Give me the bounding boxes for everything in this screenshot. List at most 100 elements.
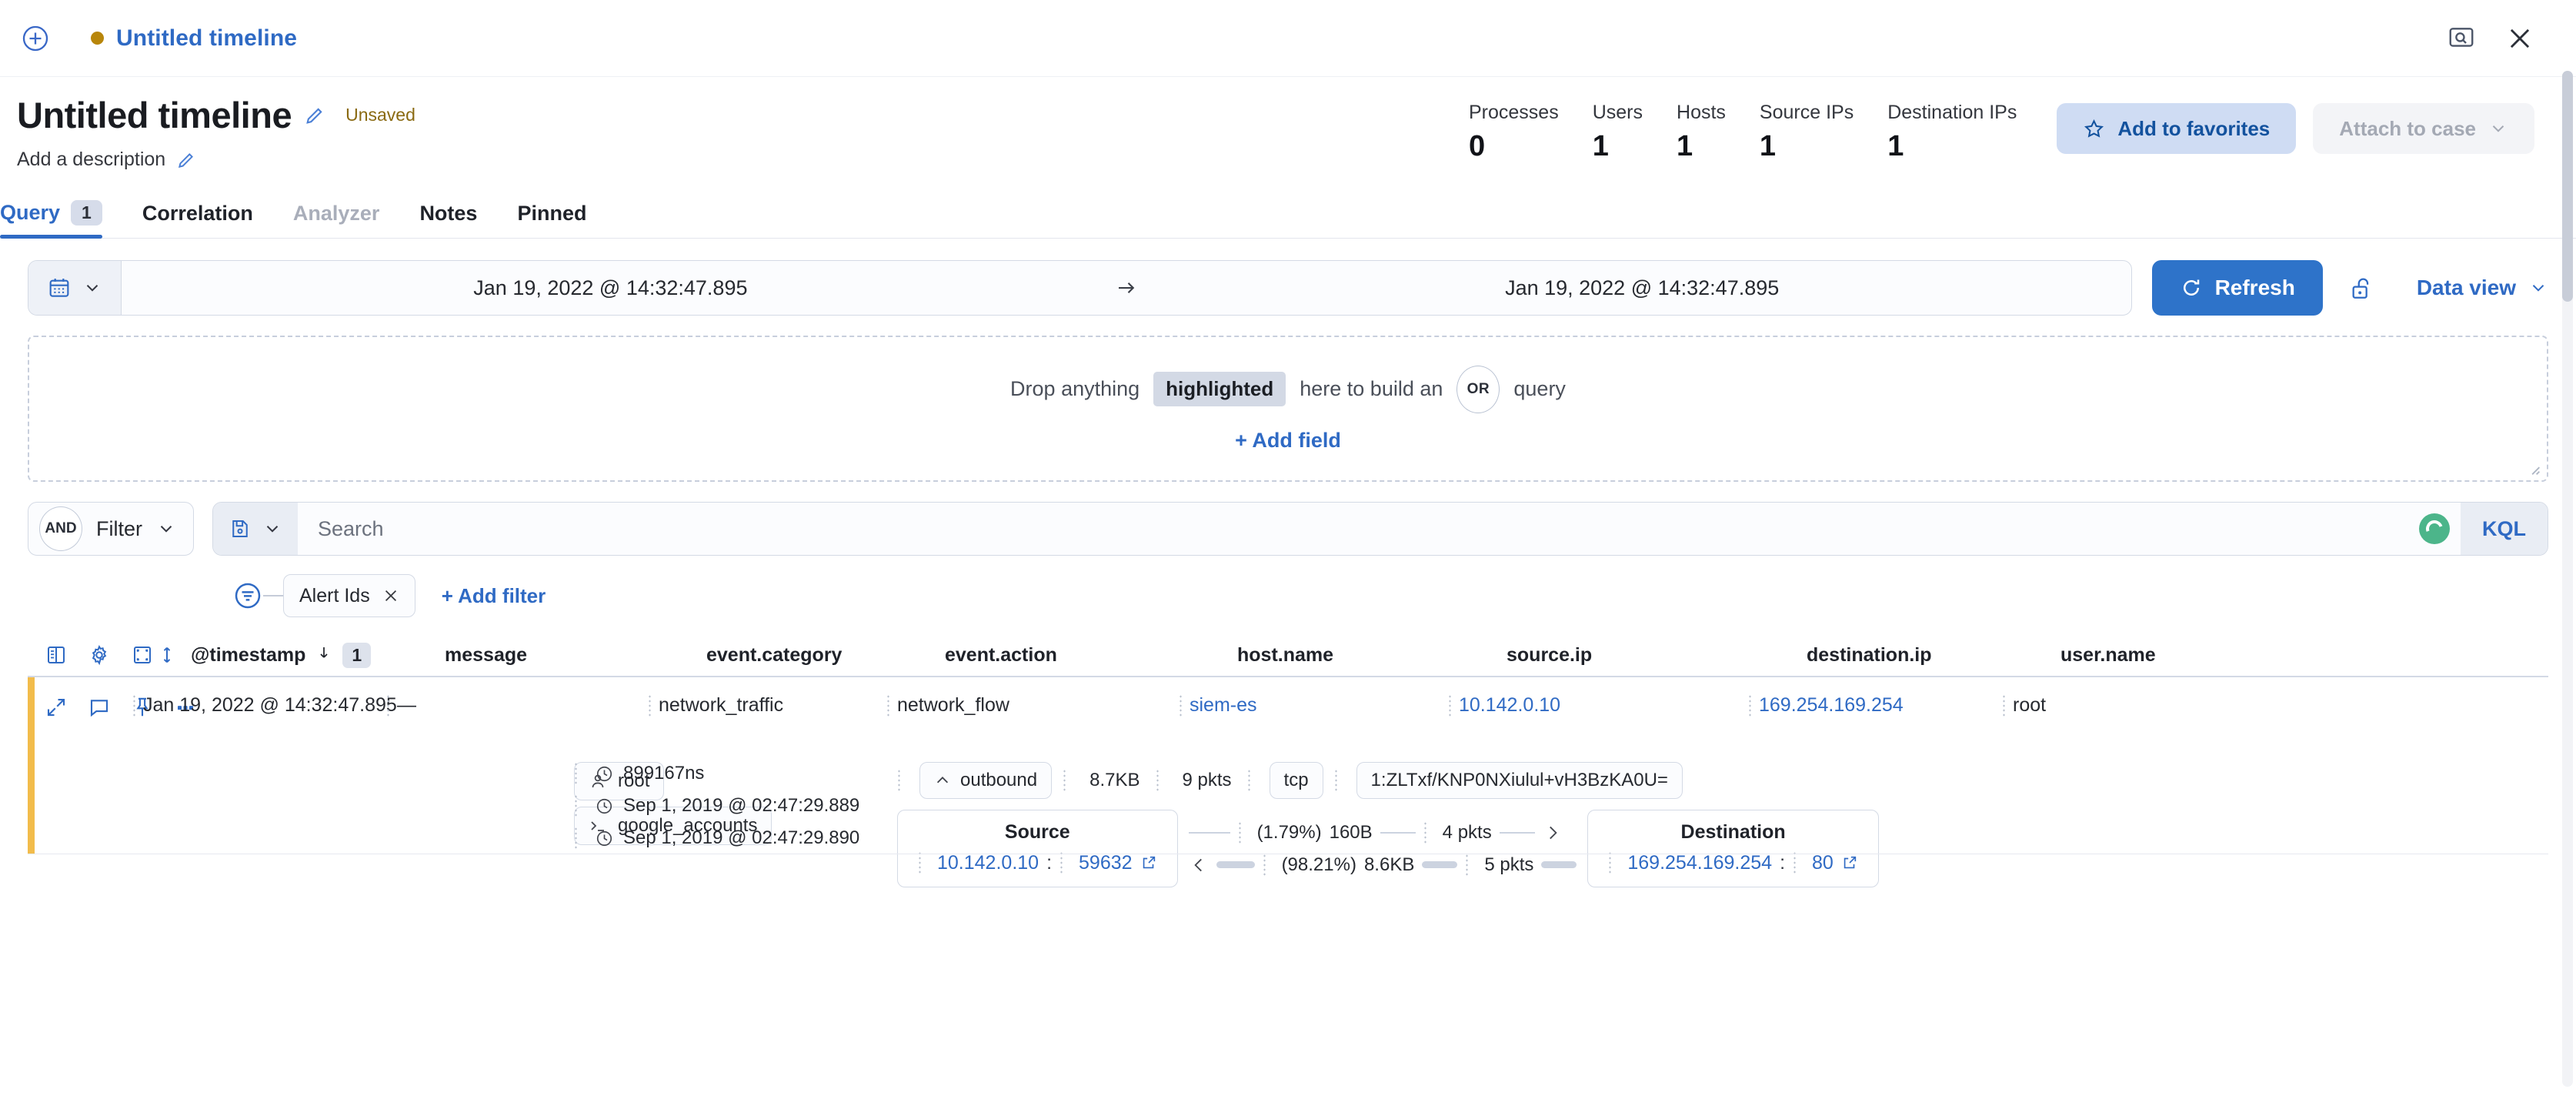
drag-handle-icon[interactable]: [1793, 851, 1797, 874]
source-ip-value[interactable]: 10.142.0.10: [937, 852, 1039, 874]
cell-value: root: [2013, 694, 2047, 716]
stat-value: 1: [1677, 130, 1693, 162]
top-bar: Untitled timeline: [0, 0, 2576, 77]
drag-handle-icon[interactable]: [918, 851, 922, 874]
stat-source-ips: Source IPs 1: [1760, 102, 1854, 163]
filter-search-row: AND Filter Search KQL: [28, 502, 2548, 556]
comment-icon[interactable]: [88, 696, 111, 719]
drag-handle-icon[interactable]: [886, 694, 890, 717]
tab-correlation[interactable]: Correlation: [122, 202, 273, 238]
drag-handle-icon[interactable]: [574, 762, 578, 785]
column-header-timestamp[interactable]: @timestamp 1: [191, 642, 445, 668]
drag-handle-icon[interactable]: [1608, 851, 1613, 874]
plus-circle-icon[interactable]: [20, 23, 51, 54]
tab-query[interactable]: Query 1: [0, 200, 122, 239]
tab-notes[interactable]: Notes: [399, 202, 497, 238]
pencil-icon[interactable]: [304, 105, 325, 126]
entity-chip-group: root google_accounts: [143, 762, 772, 845]
cell-destination-ip[interactable]: 169.254.169.254: [1748, 677, 2013, 854]
filter-chip-alert-ids[interactable]: Alert Ids: [283, 574, 415, 617]
destination-ip-value[interactable]: 169.254.169.254: [1627, 852, 1772, 874]
drag-handle-icon[interactable]: [386, 694, 390, 717]
pencil-icon[interactable]: [176, 150, 196, 170]
destination-port-value[interactable]: 80: [1812, 852, 1834, 874]
stat-label: Destination IPs: [1887, 102, 2017, 123]
timeline-tab[interactable]: Untitled timeline: [91, 25, 297, 52]
drag-handle-icon[interactable]: [574, 827, 578, 850]
unlock-icon[interactable]: [2349, 274, 2375, 302]
end-date-field[interactable]: Jan 19, 2022 @ 14:32:47.895: [1153, 261, 2131, 315]
expand-icon[interactable]: [45, 696, 68, 719]
cell-user-name[interactable]: root: [2002, 677, 2244, 854]
column-header-event-action[interactable]: event.action: [945, 644, 1237, 667]
cell-value[interactable]: 169.254.169.254: [1759, 694, 1904, 716]
drag-handle-icon[interactable]: [648, 694, 652, 717]
add-field-button[interactable]: + Add field: [1235, 429, 1341, 453]
star-icon: [2083, 118, 2105, 140]
filter-dropdown-button[interactable]: AND Filter: [28, 502, 194, 556]
data-view-dropdown[interactable]: Data view: [2417, 276, 2548, 300]
column-header-message[interactable]: message: [445, 644, 706, 667]
close-icon[interactable]: [2505, 24, 2534, 53]
stat-hosts: Hosts 1: [1677, 102, 1726, 163]
add-to-favorites-button[interactable]: Add to favorites: [2057, 103, 2297, 154]
attach-to-case-button[interactable]: Attach to case: [2313, 103, 2534, 154]
gear-icon[interactable]: [88, 643, 111, 667]
drag-handle-icon[interactable]: [1262, 853, 1266, 877]
column-header-destination-ip[interactable]: destination.ip: [1807, 644, 2060, 667]
drag-handle-icon[interactable]: [1059, 851, 1064, 874]
drag-handle-icon[interactable]: [1465, 853, 1470, 877]
column-header-user-name[interactable]: user.name: [2060, 644, 2291, 667]
refresh-button[interactable]: Refresh: [2151, 260, 2323, 316]
dropzone-text-after: query: [1513, 377, 1566, 400]
cell-host-name[interactable]: siem-es: [1179, 677, 1459, 854]
saved-query-button[interactable]: [213, 503, 298, 555]
vertical-scrollbar[interactable]: [2562, 71, 2573, 1087]
drag-handle-icon[interactable]: [574, 794, 578, 817]
date-picker[interactable]: Jan 19, 2022 @ 14:32:47.895 Jan 19, 2022…: [28, 260, 2132, 316]
stats-group: Processes 0 Users 1 Hosts 1 Source IPs 1…: [1469, 102, 2017, 163]
resize-handle-icon[interactable]: [2525, 460, 2542, 477]
drag-handle-icon[interactable]: [1179, 694, 1183, 717]
source-port-value[interactable]: 59632: [1079, 852, 1133, 874]
stat-label: Processes: [1469, 102, 1559, 123]
external-link-icon[interactable]: [1140, 854, 1157, 871]
column-header-event-category[interactable]: event.category: [706, 644, 945, 667]
close-icon[interactable]: [382, 587, 399, 604]
drag-handle-icon[interactable]: [2002, 694, 2006, 717]
drag-handle-icon[interactable]: [132, 694, 136, 717]
destination-separator: :: [1780, 851, 1786, 874]
search-page-icon[interactable]: [2447, 24, 2476, 53]
date-quick-menu-button[interactable]: [28, 261, 122, 315]
search-bar[interactable]: Search KQL: [212, 502, 2548, 556]
description-row[interactable]: Add a description: [17, 149, 415, 171]
query-language-button[interactable]: KQL: [2461, 503, 2548, 555]
filter-chip-label: Alert Ids: [299, 584, 370, 606]
cell-event-action[interactable]: network_flow: [886, 677, 1190, 854]
start-date-field[interactable]: Jan 19, 2022 @ 14:32:47.895: [122, 261, 1099, 315]
row-accent-bar: [28, 677, 35, 854]
add-filter-button[interactable]: + Add filter: [442, 584, 546, 608]
refresh-icon: [2180, 276, 2203, 299]
timestamp-group: 899167ns Sep 1, 2019 @ 02:47:29.889 Sep …: [574, 762, 897, 850]
cell-value[interactable]: siem-es: [1190, 694, 1257, 716]
dropzone-text-middle: here to build an: [1300, 377, 1443, 400]
cell-value[interactable]: 10.142.0.10: [1459, 694, 1560, 716]
cell-source-ip[interactable]: 10.142.0.10: [1448, 677, 1759, 854]
column-header-source-ip[interactable]: source.ip: [1507, 644, 1807, 667]
filter-circle-icon[interactable]: [232, 580, 263, 611]
drag-handle-icon[interactable]: [1448, 694, 1452, 717]
page-title: Untitled timeline: [17, 95, 292, 135]
query-builder-dropzone[interactable]: Drop anything highlighted here to build …: [28, 336, 2548, 482]
scrollbar-thumb[interactable]: [2562, 71, 2573, 302]
filter-chip-row: Alert Ids + Add filter: [28, 574, 2548, 617]
detail-value: Sep 1, 2019 @ 02:47:29.889: [623, 795, 860, 816]
stat-value: 1: [1592, 130, 1609, 162]
columns-icon[interactable]: [45, 643, 68, 667]
search-input[interactable]: Search: [298, 503, 2461, 555]
column-header-host-name[interactable]: host.name: [1237, 644, 1507, 667]
sort-updown-icon[interactable]: [143, 644, 191, 666]
tab-pinned[interactable]: Pinned: [497, 202, 606, 238]
external-link-icon[interactable]: [1841, 854, 1858, 871]
drag-handle-icon[interactable]: [1748, 694, 1752, 717]
